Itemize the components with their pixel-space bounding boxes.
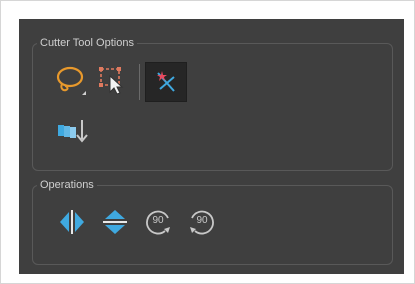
toolbar-separator	[139, 64, 140, 100]
lasso-tool-button[interactable]	[53, 64, 89, 100]
tip-style-toggle-button[interactable]	[55, 116, 91, 146]
operations-title: Operations	[37, 178, 97, 192]
rotate-90-ccw-icon: 90	[185, 205, 219, 239]
marquee-select-tool-button[interactable]	[95, 64, 129, 98]
use-mouse-gesture-toggle[interactable]	[145, 62, 187, 102]
flip-horizontal-button[interactable]	[57, 206, 87, 238]
operations-group: Operations 90 90	[32, 178, 393, 265]
tip-style-icon	[55, 116, 91, 146]
rotate-90-cw-button[interactable]: 90	[141, 205, 175, 239]
marquee-select-icon	[95, 64, 129, 98]
rotate-90-cw-label: 90	[152, 215, 164, 226]
flip-vertical-icon	[99, 206, 131, 238]
window-frame: Cutter Tool Options Operations 90 90	[0, 0, 415, 284]
cutter-tool-options-group: Cutter Tool Options	[32, 36, 393, 171]
rotate-90-ccw-button[interactable]: 90	[185, 205, 219, 239]
flip-vertical-button[interactable]	[99, 206, 131, 238]
flip-horizontal-icon	[57, 206, 87, 238]
rotate-90-ccw-label: 90	[196, 215, 208, 226]
cutter-tool-options-title: Cutter Tool Options	[37, 36, 137, 50]
tool-properties-panel: Cutter Tool Options Operations 90 90	[19, 19, 404, 274]
rotate-90-cw-icon: 90	[141, 205, 175, 239]
mouse-gesture-icon	[146, 63, 186, 101]
lasso-icon	[53, 64, 89, 100]
